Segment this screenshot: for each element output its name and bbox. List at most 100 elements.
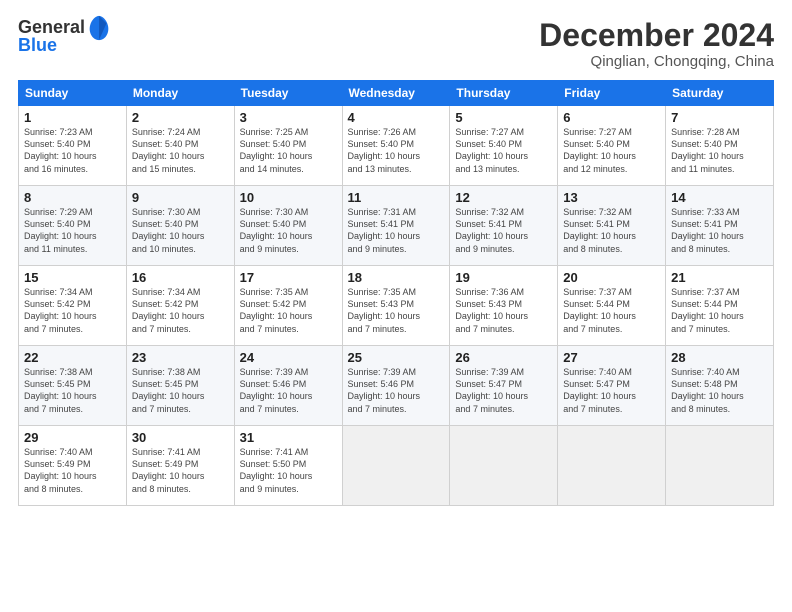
day-number: 12 <box>455 190 552 205</box>
col-wednesday: Wednesday <box>342 81 450 106</box>
calendar-cell: 8Sunrise: 7:29 AM Sunset: 5:40 PM Daylig… <box>19 186 127 266</box>
day-number: 6 <box>563 110 660 125</box>
calendar-cell: 17Sunrise: 7:35 AM Sunset: 5:42 PM Dayli… <box>234 266 342 346</box>
day-number: 21 <box>671 270 768 285</box>
day-info: Sunrise: 7:23 AM Sunset: 5:40 PM Dayligh… <box>24 126 121 175</box>
calendar-cell: 26Sunrise: 7:39 AM Sunset: 5:47 PM Dayli… <box>450 346 558 426</box>
month-title: December 2024 <box>539 18 774 53</box>
calendar-cell: 27Sunrise: 7:40 AM Sunset: 5:47 PM Dayli… <box>558 346 666 426</box>
col-thursday: Thursday <box>450 81 558 106</box>
day-number: 29 <box>24 430 121 445</box>
calendar-row-4: 22Sunrise: 7:38 AM Sunset: 5:45 PM Dayli… <box>19 346 774 426</box>
col-sunday: Sunday <box>19 81 127 106</box>
day-number: 3 <box>240 110 337 125</box>
calendar-cell: 21Sunrise: 7:37 AM Sunset: 5:44 PM Dayli… <box>666 266 774 346</box>
calendar-cell: 13Sunrise: 7:32 AM Sunset: 5:41 PM Dayli… <box>558 186 666 266</box>
day-number: 11 <box>348 190 445 205</box>
day-number: 18 <box>348 270 445 285</box>
day-number: 28 <box>671 350 768 365</box>
calendar-row-1: 1Sunrise: 7:23 AM Sunset: 5:40 PM Daylig… <box>19 106 774 186</box>
col-tuesday: Tuesday <box>234 81 342 106</box>
day-info: Sunrise: 7:40 AM Sunset: 5:47 PM Dayligh… <box>563 366 660 415</box>
calendar-cell: 25Sunrise: 7:39 AM Sunset: 5:46 PM Dayli… <box>342 346 450 426</box>
calendar: Sunday Monday Tuesday Wednesday Thursday… <box>18 80 774 506</box>
calendar-cell: 6Sunrise: 7:27 AM Sunset: 5:40 PM Daylig… <box>558 106 666 186</box>
day-info: Sunrise: 7:38 AM Sunset: 5:45 PM Dayligh… <box>24 366 121 415</box>
day-number: 20 <box>563 270 660 285</box>
day-info: Sunrise: 7:32 AM Sunset: 5:41 PM Dayligh… <box>563 206 660 255</box>
col-saturday: Saturday <box>666 81 774 106</box>
calendar-cell: 14Sunrise: 7:33 AM Sunset: 5:41 PM Dayli… <box>666 186 774 266</box>
day-info: Sunrise: 7:28 AM Sunset: 5:40 PM Dayligh… <box>671 126 768 175</box>
calendar-cell: 1Sunrise: 7:23 AM Sunset: 5:40 PM Daylig… <box>19 106 127 186</box>
calendar-cell: 7Sunrise: 7:28 AM Sunset: 5:40 PM Daylig… <box>666 106 774 186</box>
day-info: Sunrise: 7:37 AM Sunset: 5:44 PM Dayligh… <box>671 286 768 335</box>
day-info: Sunrise: 7:39 AM Sunset: 5:46 PM Dayligh… <box>348 366 445 415</box>
day-number: 30 <box>132 430 229 445</box>
day-info: Sunrise: 7:40 AM Sunset: 5:49 PM Dayligh… <box>24 446 121 495</box>
day-info: Sunrise: 7:31 AM Sunset: 5:41 PM Dayligh… <box>348 206 445 255</box>
calendar-cell: 19Sunrise: 7:36 AM Sunset: 5:43 PM Dayli… <box>450 266 558 346</box>
calendar-cell: 22Sunrise: 7:38 AM Sunset: 5:45 PM Dayli… <box>19 346 127 426</box>
calendar-row-2: 8Sunrise: 7:29 AM Sunset: 5:40 PM Daylig… <box>19 186 774 266</box>
day-number: 22 <box>24 350 121 365</box>
calendar-cell: 23Sunrise: 7:38 AM Sunset: 5:45 PM Dayli… <box>126 346 234 426</box>
day-info: Sunrise: 7:41 AM Sunset: 5:50 PM Dayligh… <box>240 446 337 495</box>
logo-icon <box>87 14 111 42</box>
day-info: Sunrise: 7:34 AM Sunset: 5:42 PM Dayligh… <box>24 286 121 335</box>
day-info: Sunrise: 7:35 AM Sunset: 5:42 PM Dayligh… <box>240 286 337 335</box>
day-number: 26 <box>455 350 552 365</box>
calendar-cell: 20Sunrise: 7:37 AM Sunset: 5:44 PM Dayli… <box>558 266 666 346</box>
day-number: 15 <box>24 270 121 285</box>
day-number: 19 <box>455 270 552 285</box>
day-info: Sunrise: 7:25 AM Sunset: 5:40 PM Dayligh… <box>240 126 337 175</box>
day-info: Sunrise: 7:29 AM Sunset: 5:40 PM Dayligh… <box>24 206 121 255</box>
day-info: Sunrise: 7:39 AM Sunset: 5:47 PM Dayligh… <box>455 366 552 415</box>
calendar-cell <box>666 426 774 506</box>
day-number: 4 <box>348 110 445 125</box>
location: Qinglian, Chongqing, China <box>539 53 774 70</box>
day-info: Sunrise: 7:32 AM Sunset: 5:41 PM Dayligh… <box>455 206 552 255</box>
day-number: 27 <box>563 350 660 365</box>
calendar-cell: 10Sunrise: 7:30 AM Sunset: 5:40 PM Dayli… <box>234 186 342 266</box>
day-number: 23 <box>132 350 229 365</box>
title-section: December 2024 Qinglian, Chongqing, China <box>539 18 774 70</box>
calendar-row-5: 29Sunrise: 7:40 AM Sunset: 5:49 PM Dayli… <box>19 426 774 506</box>
day-number: 9 <box>132 190 229 205</box>
day-number: 16 <box>132 270 229 285</box>
calendar-cell: 12Sunrise: 7:32 AM Sunset: 5:41 PM Dayli… <box>450 186 558 266</box>
calendar-cell: 11Sunrise: 7:31 AM Sunset: 5:41 PM Dayli… <box>342 186 450 266</box>
logo-text: General Blue <box>18 18 85 54</box>
calendar-cell: 4Sunrise: 7:26 AM Sunset: 5:40 PM Daylig… <box>342 106 450 186</box>
day-number: 13 <box>563 190 660 205</box>
calendar-cell: 15Sunrise: 7:34 AM Sunset: 5:42 PM Dayli… <box>19 266 127 346</box>
calendar-cell: 5Sunrise: 7:27 AM Sunset: 5:40 PM Daylig… <box>450 106 558 186</box>
day-info: Sunrise: 7:39 AM Sunset: 5:46 PM Dayligh… <box>240 366 337 415</box>
logo-blue: Blue <box>18 36 85 54</box>
day-info: Sunrise: 7:24 AM Sunset: 5:40 PM Dayligh… <box>132 126 229 175</box>
logo-general: General <box>18 18 85 36</box>
calendar-cell <box>558 426 666 506</box>
calendar-cell <box>450 426 558 506</box>
calendar-cell: 16Sunrise: 7:34 AM Sunset: 5:42 PM Dayli… <box>126 266 234 346</box>
page: General Blue December 2024 Qinglian, Cho… <box>0 0 792 612</box>
day-info: Sunrise: 7:37 AM Sunset: 5:44 PM Dayligh… <box>563 286 660 335</box>
calendar-cell: 30Sunrise: 7:41 AM Sunset: 5:49 PM Dayli… <box>126 426 234 506</box>
day-info: Sunrise: 7:36 AM Sunset: 5:43 PM Dayligh… <box>455 286 552 335</box>
day-number: 25 <box>348 350 445 365</box>
header: General Blue December 2024 Qinglian, Cho… <box>18 18 774 70</box>
day-number: 2 <box>132 110 229 125</box>
calendar-cell: 31Sunrise: 7:41 AM Sunset: 5:50 PM Dayli… <box>234 426 342 506</box>
day-info: Sunrise: 7:41 AM Sunset: 5:49 PM Dayligh… <box>132 446 229 495</box>
calendar-cell: 29Sunrise: 7:40 AM Sunset: 5:49 PM Dayli… <box>19 426 127 506</box>
day-info: Sunrise: 7:30 AM Sunset: 5:40 PM Dayligh… <box>132 206 229 255</box>
day-info: Sunrise: 7:40 AM Sunset: 5:48 PM Dayligh… <box>671 366 768 415</box>
day-number: 7 <box>671 110 768 125</box>
day-number: 17 <box>240 270 337 285</box>
day-number: 10 <box>240 190 337 205</box>
calendar-row-3: 15Sunrise: 7:34 AM Sunset: 5:42 PM Dayli… <box>19 266 774 346</box>
header-row: Sunday Monday Tuesday Wednesday Thursday… <box>19 81 774 106</box>
calendar-cell: 2Sunrise: 7:24 AM Sunset: 5:40 PM Daylig… <box>126 106 234 186</box>
logo: General Blue <box>18 18 111 54</box>
calendar-cell: 28Sunrise: 7:40 AM Sunset: 5:48 PM Dayli… <box>666 346 774 426</box>
